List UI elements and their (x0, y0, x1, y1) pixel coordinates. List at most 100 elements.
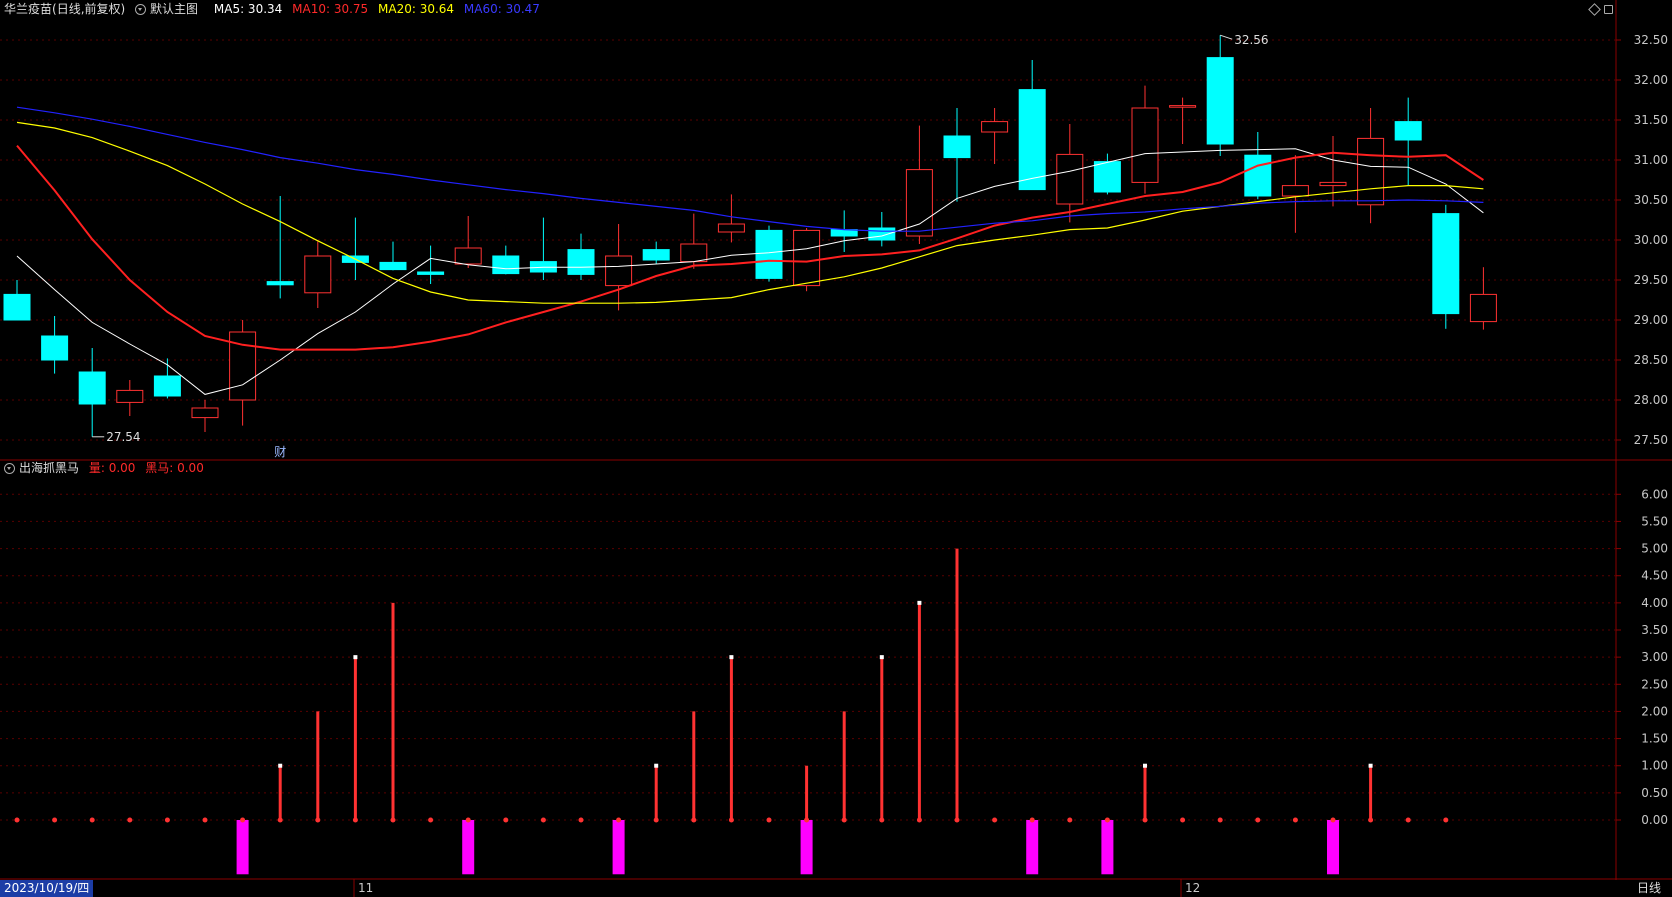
candle-body-up (191, 407, 219, 419)
candle (492, 245, 520, 275)
candle (1206, 35, 1234, 156)
zero-dot (277, 817, 283, 823)
liang-cap (1368, 763, 1373, 768)
stock-name[interactable]: 华兰疫苗 (4, 2, 52, 16)
heima-bar (236, 820, 249, 875)
zero-dot (240, 817, 246, 823)
candle-body-up (905, 169, 933, 237)
zero-dot (127, 817, 133, 823)
main-chart-label: 默认主图 (150, 2, 199, 16)
liang-cap (879, 655, 884, 660)
candle-body-up (793, 229, 821, 287)
zero-dot (616, 817, 622, 823)
indicator-tick-label: 3.00 (1641, 650, 1668, 664)
price-axis: 27.50 28.00 28.50 29.00 29.50 30.00 30.50 31.00… (1616, 33, 1668, 827)
price-tick-label: 27.50 (1634, 433, 1668, 447)
indicator-tick-label: 5.50 (1641, 514, 1668, 528)
period-label: (日线,前复权) (52, 2, 126, 16)
candle (116, 380, 144, 416)
high-marker-label: 32.56 (1234, 33, 1268, 47)
liang-cap (917, 600, 922, 605)
candle (304, 241, 332, 308)
heima-bar (1327, 820, 1339, 875)
candle (830, 210, 858, 252)
candle-body-up (605, 255, 633, 287)
candle (3, 280, 31, 321)
ma5-value: MA5: 30.34 (213, 2, 283, 16)
zero-dot (1104, 817, 1110, 823)
zero-dot (315, 817, 321, 823)
zero-dot (1292, 817, 1298, 823)
zero-dot (1142, 817, 1148, 823)
candle-body-down (153, 375, 181, 397)
ma20-value: MA20: 30.64 (378, 2, 455, 16)
low-marker-label: 27.54 (106, 430, 140, 444)
zero-dot (1029, 817, 1035, 823)
indicator-tick-label: 4.00 (1641, 596, 1668, 610)
candle (529, 217, 557, 280)
zero-dot (1330, 817, 1336, 823)
candle (229, 320, 257, 426)
candle (379, 241, 407, 271)
price-tick-label: 32.00 (1634, 73, 1668, 87)
candle-body-up (1469, 293, 1497, 323)
candle-body-up (1131, 107, 1159, 183)
period-cycle-button[interactable]: 日线 (1626, 880, 1672, 897)
candle (1469, 267, 1497, 330)
price-tick-label: 30.50 (1634, 193, 1668, 207)
main-chart-selector[interactable]: 默认主图 (135, 2, 204, 16)
indicator-tick-label: 5.00 (1641, 542, 1668, 556)
candle (1281, 155, 1309, 233)
indicator-name[interactable]: 出海抓黑马 (19, 461, 79, 475)
candle-body-down (1394, 121, 1422, 141)
candle-body-down (642, 249, 670, 261)
indicator-dropdown-icon[interactable] (4, 463, 15, 474)
zero-dot (954, 817, 960, 823)
candle (1169, 97, 1197, 144)
candle (341, 217, 369, 280)
stock-chart[interactable]: 32.56 27.54 财 27.50 28.00 28.50 29.00 29.50 30.… (0, 0, 1672, 897)
heima-bar (612, 820, 625, 875)
zero-dot (766, 817, 772, 823)
dropdown-circle-icon[interactable] (135, 4, 147, 15)
zero-dot (1180, 817, 1186, 823)
candle (266, 196, 294, 299)
collapse-icon[interactable] (1604, 5, 1613, 14)
candle-body-down (1018, 89, 1046, 191)
finance-event-marker: 财 (274, 445, 286, 459)
candle (1018, 60, 1046, 191)
candle (191, 400, 219, 432)
zero-dot (653, 817, 659, 823)
indicator-tick-label: 0.50 (1641, 786, 1668, 800)
zero-dot (164, 817, 170, 823)
indicator-header: 出海抓黑马 量: 0.00 黑马: 0.00 (4, 459, 210, 477)
candle-body-down (78, 371, 106, 405)
zero-dot (691, 817, 697, 823)
candle (981, 108, 1009, 164)
zero-dot (1217, 817, 1223, 823)
indicator-tick-label: 3.50 (1641, 623, 1668, 637)
candle (1131, 85, 1159, 194)
heima-bar (800, 820, 813, 875)
month-label-nov: 11 (358, 881, 374, 895)
liang-cap (278, 763, 283, 768)
heima-bar (462, 820, 475, 875)
candle (868, 212, 896, 247)
candle-body-up (1319, 181, 1347, 187)
zero-dot (465, 817, 471, 823)
liang-cap (353, 655, 358, 660)
candle (78, 348, 106, 437)
zero-dot (804, 817, 810, 823)
candle-body-down (1093, 161, 1121, 193)
candle (1319, 136, 1347, 207)
liang-cap (729, 655, 734, 660)
candle-body-up (1056, 153, 1084, 205)
indicator-tick-label: 0.00 (1641, 813, 1668, 827)
price-tick-label: 29.00 (1634, 313, 1668, 327)
candle-body-up (1169, 105, 1197, 108)
zero-dot (14, 817, 20, 823)
candle-body-down (41, 335, 69, 361)
zero-dot (1405, 817, 1411, 823)
candle-body-down (3, 293, 31, 321)
zero-dot (503, 817, 509, 823)
